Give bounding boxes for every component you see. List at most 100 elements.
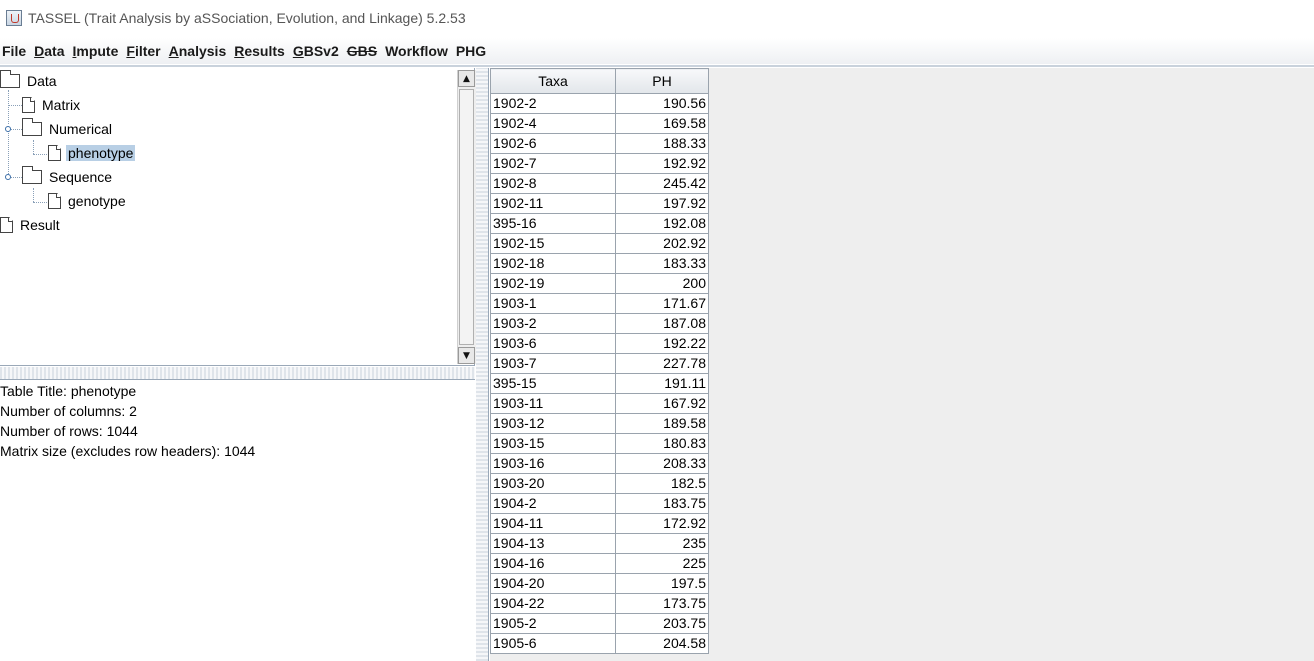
table-row[interactable]: 1902-19 200 <box>490 273 709 294</box>
table-row[interactable]: 1904-2 183.75 <box>490 493 709 514</box>
taxa-cell[interactable]: 1903-2 <box>490 313 616 334</box>
tree-node-numerical[interactable]: Numerical <box>22 118 114 140</box>
taxa-cell[interactable]: 395-15 <box>490 373 616 394</box>
taxa-cell[interactable]: 1902-11 <box>490 193 616 214</box>
taxa-cell[interactable]: 1904-11 <box>490 513 616 534</box>
table-row[interactable]: 1902-4 169.58 <box>490 113 709 134</box>
taxa-cell[interactable]: 1902-7 <box>490 153 616 174</box>
taxa-cell[interactable]: 1904-16 <box>490 553 616 574</box>
ph-cell[interactable]: 203.75 <box>615 613 709 634</box>
table-row[interactable]: 395-15 191.11 <box>490 373 709 394</box>
ph-cell[interactable]: 208.33 <box>615 453 709 474</box>
table-row[interactable]: 1904-20 197.5 <box>490 573 709 594</box>
ph-cell[interactable]: 173.75 <box>615 593 709 614</box>
taxa-cell[interactable]: 1904-20 <box>490 573 616 594</box>
ph-cell[interactable]: 183.75 <box>615 493 709 514</box>
table-row[interactable]: 1903-1 171.67 <box>490 293 709 314</box>
ph-cell[interactable]: 182.5 <box>615 473 709 494</box>
column-header-ph[interactable]: PH <box>615 68 709 94</box>
ph-cell[interactable]: 197.5 <box>615 573 709 594</box>
taxa-cell[interactable]: 1902-6 <box>490 133 616 154</box>
taxa-cell[interactable]: 1903-6 <box>490 333 616 354</box>
taxa-cell[interactable]: 1904-13 <box>490 533 616 554</box>
taxa-cell[interactable]: 1902-2 <box>490 93 616 114</box>
menu-filter[interactable]: Filter <box>126 43 168 59</box>
ph-cell[interactable]: 188.33 <box>615 133 709 154</box>
menu-file[interactable]: File <box>0 43 34 59</box>
ph-cell[interactable]: 183.33 <box>615 253 709 274</box>
ph-cell[interactable]: 191.11 <box>615 373 709 394</box>
table-row[interactable]: 1903-20 182.5 <box>490 473 709 494</box>
menu-gbsv2[interactable]: GBSv2 <box>293 43 347 59</box>
ph-cell[interactable]: 235 <box>615 533 709 554</box>
taxa-cell[interactable]: 395-16 <box>490 213 616 234</box>
ph-cell[interactable]: 189.58 <box>615 413 709 434</box>
ph-cell[interactable]: 172.92 <box>615 513 709 534</box>
ph-cell[interactable]: 200 <box>615 273 709 294</box>
taxa-cell[interactable]: 1904-2 <box>490 493 616 514</box>
taxa-cell[interactable]: 1903-16 <box>490 453 616 474</box>
table-row[interactable]: 1904-11 172.92 <box>490 513 709 534</box>
ph-cell[interactable]: 187.08 <box>615 313 709 334</box>
ph-cell[interactable]: 227.78 <box>615 353 709 374</box>
menu-workflow[interactable]: Workflow <box>385 43 456 59</box>
taxa-cell[interactable]: 1903-15 <box>490 433 616 454</box>
taxa-cell[interactable]: 1903-7 <box>490 353 616 374</box>
ph-cell[interactable]: 192.92 <box>615 153 709 174</box>
ph-cell[interactable]: 202.92 <box>615 233 709 254</box>
tree-node-data[interactable]: Data <box>0 70 59 92</box>
expand-handle-icon[interactable] <box>5 174 11 180</box>
taxa-cell[interactable]: 1902-8 <box>490 173 616 194</box>
table-row[interactable]: 1902-2 190.56 <box>490 93 709 114</box>
taxa-cell[interactable]: 1903-20 <box>490 473 616 494</box>
table-row[interactable]: 1905-6 204.58 <box>490 633 709 654</box>
tree-node-sequence[interactable]: Sequence <box>22 166 114 188</box>
table-row[interactable]: 1905-2 203.75 <box>490 613 709 634</box>
ph-cell[interactable]: 180.83 <box>615 433 709 454</box>
taxa-cell[interactable]: 1902-15 <box>490 233 616 254</box>
ph-cell[interactable]: 190.56 <box>615 93 709 114</box>
horizontal-split-divider[interactable] <box>0 367 475 380</box>
ph-cell[interactable]: 225 <box>615 553 709 574</box>
ph-cell[interactable]: 192.08 <box>615 213 709 234</box>
tree-node-result[interactable]: Result <box>0 214 62 236</box>
ph-cell[interactable]: 167.92 <box>615 393 709 414</box>
scroll-down-icon[interactable]: ▼ <box>458 347 475 364</box>
table-row[interactable]: 1903-2 187.08 <box>490 313 709 334</box>
menu-analysis[interactable]: Analysis <box>169 43 235 59</box>
taxa-cell[interactable]: 1902-4 <box>490 113 616 134</box>
ph-cell[interactable]: 171.67 <box>615 293 709 314</box>
table-row[interactable]: 1903-15 180.83 <box>490 433 709 454</box>
table-row[interactable]: 1903-12 189.58 <box>490 413 709 434</box>
taxa-cell[interactable]: 1902-18 <box>490 253 616 274</box>
taxa-cell[interactable]: 1902-19 <box>490 273 616 294</box>
table-row[interactable]: 1902-7 192.92 <box>490 153 709 174</box>
ph-cell[interactable]: 245.42 <box>615 173 709 194</box>
table-row[interactable]: 1903-6 192.22 <box>490 333 709 354</box>
table-row[interactable]: 1904-22 173.75 <box>490 593 709 614</box>
table-row[interactable]: 1902-8 245.42 <box>490 173 709 194</box>
table-row[interactable]: 1904-13 235 <box>490 533 709 554</box>
table-row[interactable]: 1902-11 197.92 <box>490 193 709 214</box>
tree-node-genotype[interactable]: genotype <box>48 190 128 212</box>
menu-results[interactable]: Results <box>234 43 293 59</box>
taxa-cell[interactable]: 1903-11 <box>490 393 616 414</box>
table-row[interactable]: 1902-6 188.33 <box>490 133 709 154</box>
ph-cell[interactable]: 204.58 <box>615 633 709 654</box>
table-row[interactable]: 1903-7 227.78 <box>490 353 709 374</box>
menu-impute[interactable]: Impute <box>72 43 126 59</box>
ph-cell[interactable]: 192.22 <box>615 333 709 354</box>
scroll-up-icon[interactable]: ▲ <box>458 70 475 87</box>
table-row[interactable]: 1902-18 183.33 <box>490 253 709 274</box>
table-row[interactable]: 1904-16 225 <box>490 553 709 574</box>
taxa-cell[interactable]: 1905-6 <box>490 633 616 654</box>
taxa-cell[interactable]: 1903-12 <box>490 413 616 434</box>
column-header-taxa[interactable]: Taxa <box>490 68 616 94</box>
vertical-split-divider[interactable] <box>476 68 489 661</box>
ph-cell[interactable]: 169.58 <box>615 113 709 134</box>
tree-node-phenotype[interactable]: phenotype <box>48 142 136 164</box>
menu-phg[interactable]: PHG <box>456 43 494 59</box>
menu-data[interactable]: Data <box>34 43 72 59</box>
tree-vertical-scrollbar[interactable]: ▲ ▼ <box>457 70 476 364</box>
expand-handle-icon[interactable] <box>5 126 11 132</box>
